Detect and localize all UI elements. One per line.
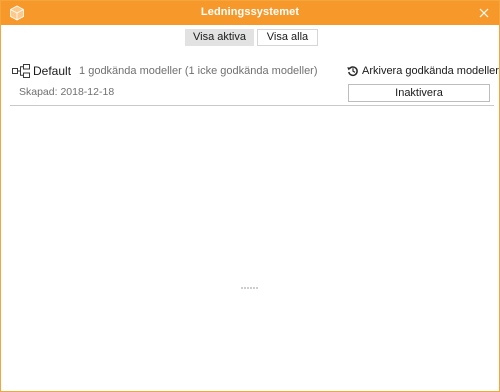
hierarchy-icon <box>12 64 30 78</box>
dialog-window: Ledningssystemet Visa aktiva Visa alla D… <box>0 0 500 392</box>
model-summary: 1 godkända modeller (1 icke godkända mod… <box>79 65 318 77</box>
loading-dot <box>256 287 258 289</box>
close-icon[interactable] <box>475 4 493 22</box>
divider <box>10 105 494 106</box>
loading-dot <box>244 287 246 289</box>
loading-dot <box>241 287 243 289</box>
archive-approved-models-link[interactable]: Arkivera godkända modeller <box>347 63 499 79</box>
loading-dot <box>247 287 249 289</box>
model-header: Default 1 godkända modeller (1 icke godk… <box>12 63 318 79</box>
view-toggle: Visa aktiva Visa alla <box>185 29 318 46</box>
loading-indicator <box>241 287 258 289</box>
window-title: Ledningssystemet <box>200 6 300 18</box>
loading-dot <box>250 287 252 289</box>
tab-show-active[interactable]: Visa aktiva <box>185 29 254 46</box>
tab-show-all[interactable]: Visa alla <box>257 29 318 46</box>
model-name: Default <box>33 64 72 78</box>
history-icon <box>347 66 358 77</box>
archive-label: Arkivera godkända modeller <box>362 65 499 77</box>
loading-dot <box>253 287 255 289</box>
created-date: Skapad: 2018-12-18 <box>19 86 115 98</box>
titlebar[interactable]: Ledningssystemet <box>1 1 499 25</box>
inactivate-button[interactable]: Inaktivera <box>348 84 490 102</box>
